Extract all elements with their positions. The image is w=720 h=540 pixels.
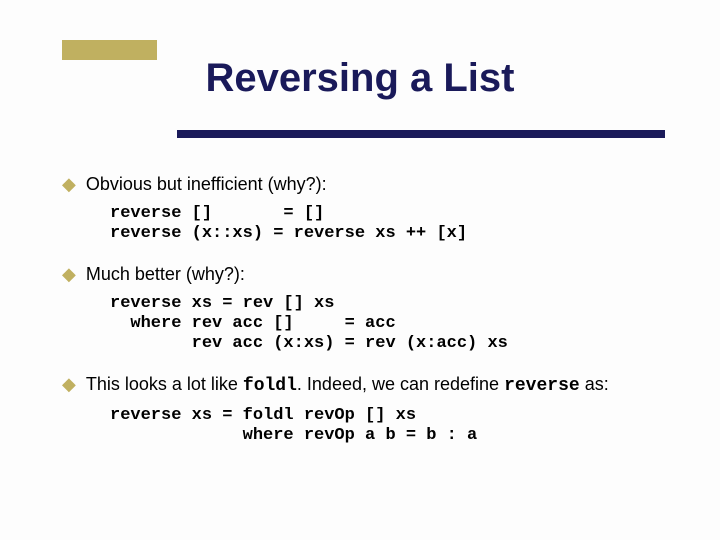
accent-bar bbox=[62, 40, 157, 60]
bullet-text-pre: This looks a lot like bbox=[86, 374, 243, 394]
inline-code-reverse: reverse bbox=[504, 376, 580, 396]
bullet-text: Obvious but inefficient (why?): bbox=[86, 172, 690, 196]
code-block-2: reverse xs = rev [] xs where rev acc [] … bbox=[110, 294, 690, 354]
bullet-text: This looks a lot like foldl. Indeed, we … bbox=[86, 372, 690, 398]
code-block-3: reverse xs = foldl revOp [] xs where rev… bbox=[110, 406, 690, 446]
code-block-1: reverse [] = [] reverse (x::xs) = revers… bbox=[110, 204, 690, 244]
bullet-text: Much better (why?): bbox=[86, 262, 690, 286]
bullet-marker: ◆ bbox=[62, 172, 76, 196]
inline-code-foldl: foldl bbox=[243, 376, 297, 396]
title-underline bbox=[177, 130, 665, 138]
bullet-item: ◆ Much better (why?): bbox=[62, 262, 690, 286]
bullet-item: ◆ This looks a lot like foldl. Indeed, w… bbox=[62, 372, 690, 398]
bullet-text-post: as: bbox=[580, 374, 609, 394]
bullet-marker: ◆ bbox=[62, 262, 76, 286]
slide-body: ◆ Obvious but inefficient (why?): revers… bbox=[62, 172, 690, 464]
bullet-item: ◆ Obvious but inefficient (why?): bbox=[62, 172, 690, 196]
bullet-text-mid: . Indeed, we can redefine bbox=[297, 374, 504, 394]
bullet-marker: ◆ bbox=[62, 372, 76, 396]
